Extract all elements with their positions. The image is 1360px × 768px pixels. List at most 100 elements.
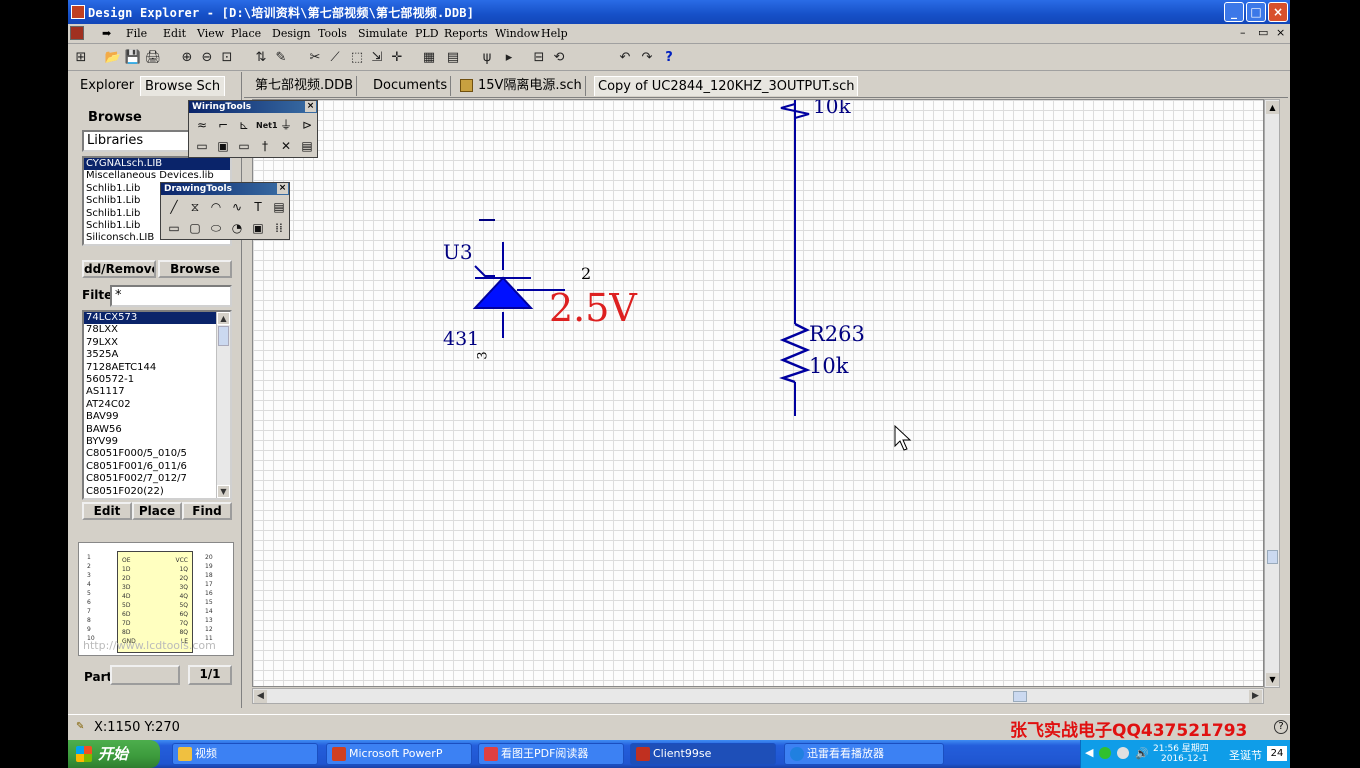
clock-time[interactable]: 21:56 星期四: [1153, 741, 1209, 754]
zoom-fit-icon[interactable]: ⊡: [218, 49, 236, 67]
place-button[interactable]: Place: [132, 502, 182, 520]
component-item[interactable]: BAV99: [84, 411, 230, 423]
rectangle-icon[interactable]: ▭: [165, 220, 183, 237]
menu-pld[interactable]: PLD: [415, 27, 439, 40]
taskbar-item-client99se[interactable]: Client99se: [630, 743, 776, 765]
canvas-horizontal-scrollbar[interactable]: ◀ ▶: [252, 688, 1264, 704]
menu-design[interactable]: Design: [272, 27, 311, 40]
graphic-icon[interactable]: ▣: [249, 220, 267, 237]
find-button[interactable]: Find: [182, 502, 232, 520]
component-item[interactable]: AS1117: [84, 386, 230, 398]
component-item[interactable]: 79LXX: [84, 337, 230, 349]
mdi-close-button[interactable]: ×: [1276, 26, 1285, 39]
volume-icon[interactable]: 🔊: [1135, 747, 1149, 760]
cut-icon[interactable]: ✂: [306, 49, 324, 67]
component-item[interactable]: C8051F001/6_011/6: [84, 461, 230, 473]
zoom-out-icon[interactable]: ⊖: [198, 49, 216, 67]
no-erc-icon[interactable]: ✕: [277, 138, 295, 155]
menu-arrow-icon[interactable]: ➡: [102, 27, 111, 40]
up-down-icon[interactable]: ⇅: [252, 49, 270, 67]
network-icon[interactable]: [1099, 747, 1111, 759]
round-rect-icon[interactable]: ▢: [186, 220, 204, 237]
arc-icon[interactable]: ◠: [207, 199, 225, 216]
menu-help[interactable]: Help: [541, 27, 568, 40]
part-nav-button[interactable]: [110, 665, 180, 685]
chip-icon[interactable]: ▦: [420, 49, 438, 67]
component-item[interactable]: BAW56: [84, 424, 230, 436]
menu-file[interactable]: File: [126, 27, 147, 40]
menu-view[interactable]: View: [197, 27, 224, 40]
title-bar[interactable]: Design Explorer - [D:\培训资料\第七部视频\第七部视频.D…: [68, 0, 1290, 24]
junction-icon[interactable]: †: [256, 138, 274, 155]
component-item[interactable]: 560572-1: [84, 374, 230, 386]
r263-value[interactable]: 10k: [809, 354, 848, 378]
u3-value[interactable]: 431: [443, 328, 479, 350]
port-icon[interactable]: ⊳: [298, 117, 316, 134]
run-icon[interactable]: ▸: [500, 49, 518, 67]
print-icon[interactable]: 🖨: [144, 49, 162, 67]
wire-tool-icon[interactable]: ≈: [193, 117, 211, 134]
menu-reports[interactable]: Reports: [444, 27, 488, 40]
close-button[interactable]: ×: [1268, 2, 1288, 22]
r263-designator[interactable]: R263: [809, 322, 865, 346]
scroll-down-icon[interactable]: ▼: [1266, 673, 1279, 686]
filter-input[interactable]: *: [110, 285, 232, 307]
u3-designator[interactable]: U3: [443, 240, 473, 264]
part-icon[interactable]: ▭: [193, 138, 211, 155]
scroll-up-icon[interactable]: ▲: [217, 312, 230, 325]
rotate-icon[interactable]: ⟲: [550, 49, 568, 67]
drawing-tools-title[interactable]: DrawingTools ×: [161, 183, 289, 195]
taskbar-item-xunlei-player[interactable]: 迅雷看看播放器: [784, 743, 944, 765]
wire-icon[interactable]: ⟋: [326, 49, 344, 67]
voltage-annotation[interactable]: 2.5V: [549, 288, 637, 328]
tab-uc2844-sch[interactable]: Copy of UC2844_120KHZ_3OUTPUT.sch: [594, 76, 859, 96]
menu-edit[interactable]: Edit: [163, 27, 186, 40]
component-item[interactable]: C8051F000/5_010/5: [84, 448, 230, 460]
schematic-canvas[interactable]: U3 431 2 3 2.5V 10k R263 10k: [252, 99, 1264, 687]
browse-button[interactable]: Browse: [158, 260, 232, 278]
tab-explorer[interactable]: Explorer: [80, 76, 134, 96]
minimize-button[interactable]: _: [1224, 2, 1244, 22]
wiring-tools-close-icon[interactable]: ×: [305, 101, 316, 112]
start-button[interactable]: 开始: [68, 740, 160, 768]
component-item[interactable]: BYV99: [84, 436, 230, 448]
component-item[interactable]: 7128AETC144: [84, 362, 230, 374]
ground-icon[interactable]: ⏚: [277, 117, 295, 134]
taskbar-item-powerpoint[interactable]: Microsoft PowerP: [326, 743, 472, 765]
menu-tools[interactable]: Tools: [318, 27, 347, 40]
select-icon[interactable]: ⬚: [348, 49, 366, 67]
component-item[interactable]: C8051F002/7_012/7: [84, 473, 230, 485]
open-icon[interactable]: 📂: [104, 49, 122, 67]
array-icon[interactable]: ⁞⁞: [270, 220, 288, 237]
text-icon[interactable]: T: [249, 199, 267, 216]
tab-documents[interactable]: Documents: [370, 76, 452, 96]
hierarchy-icon[interactable]: ⊞: [72, 49, 90, 67]
probe-icon[interactable]: ψ: [478, 49, 496, 67]
sheet-entry-icon[interactable]: ▭: [235, 138, 253, 155]
ellipse-icon[interactable]: ⬭: [207, 220, 225, 237]
clock-date[interactable]: 2016-12-1: [1161, 754, 1208, 764]
canvas-vertical-scrollbar[interactable]: ▲ ▼: [1264, 99, 1280, 688]
cross-icon[interactable]: ✛: [388, 49, 406, 67]
component-list-scrollbar[interactable]: ▲ ▼: [216, 312, 230, 498]
tray-arrow-icon[interactable]: ◀: [1085, 746, 1093, 759]
doc-menu-icon[interactable]: [70, 26, 84, 40]
component-list[interactable]: 74LCX573 78LXX 79LXX 3525A 7128AETC144 5…: [82, 310, 232, 500]
component-icon[interactable]: ⊟: [530, 49, 548, 67]
bezier-icon[interactable]: ∿: [228, 199, 246, 216]
text-frame-icon[interactable]: ▤: [270, 199, 288, 216]
taskbar-item-pdf-reader[interactable]: 看图王PDF阅读器: [478, 743, 624, 765]
component-item[interactable]: 78LXX: [84, 324, 230, 336]
drawing-tools-close-icon[interactable]: ×: [277, 183, 288, 194]
sheet-symbol-icon[interactable]: ▣: [214, 138, 232, 155]
netlist-icon[interactable]: ▤: [444, 49, 462, 67]
canvas-hscroll-thumb[interactable]: [1013, 691, 1027, 702]
library-item[interactable]: Miscellaneous Devices.lib: [84, 170, 230, 182]
status-help-icon[interactable]: ?: [1274, 720, 1288, 734]
taskbar-item-videos[interactable]: 视频: [172, 743, 318, 765]
tab-15v-sch[interactable]: 15V隔离电源.sch: [456, 76, 586, 96]
redo-icon[interactable]: ↷: [638, 49, 656, 67]
component-item[interactable]: 3525A: [84, 349, 230, 361]
component-item[interactable]: 74LCX573: [84, 312, 230, 325]
bus-tool-icon[interactable]: ⌐: [214, 117, 232, 134]
